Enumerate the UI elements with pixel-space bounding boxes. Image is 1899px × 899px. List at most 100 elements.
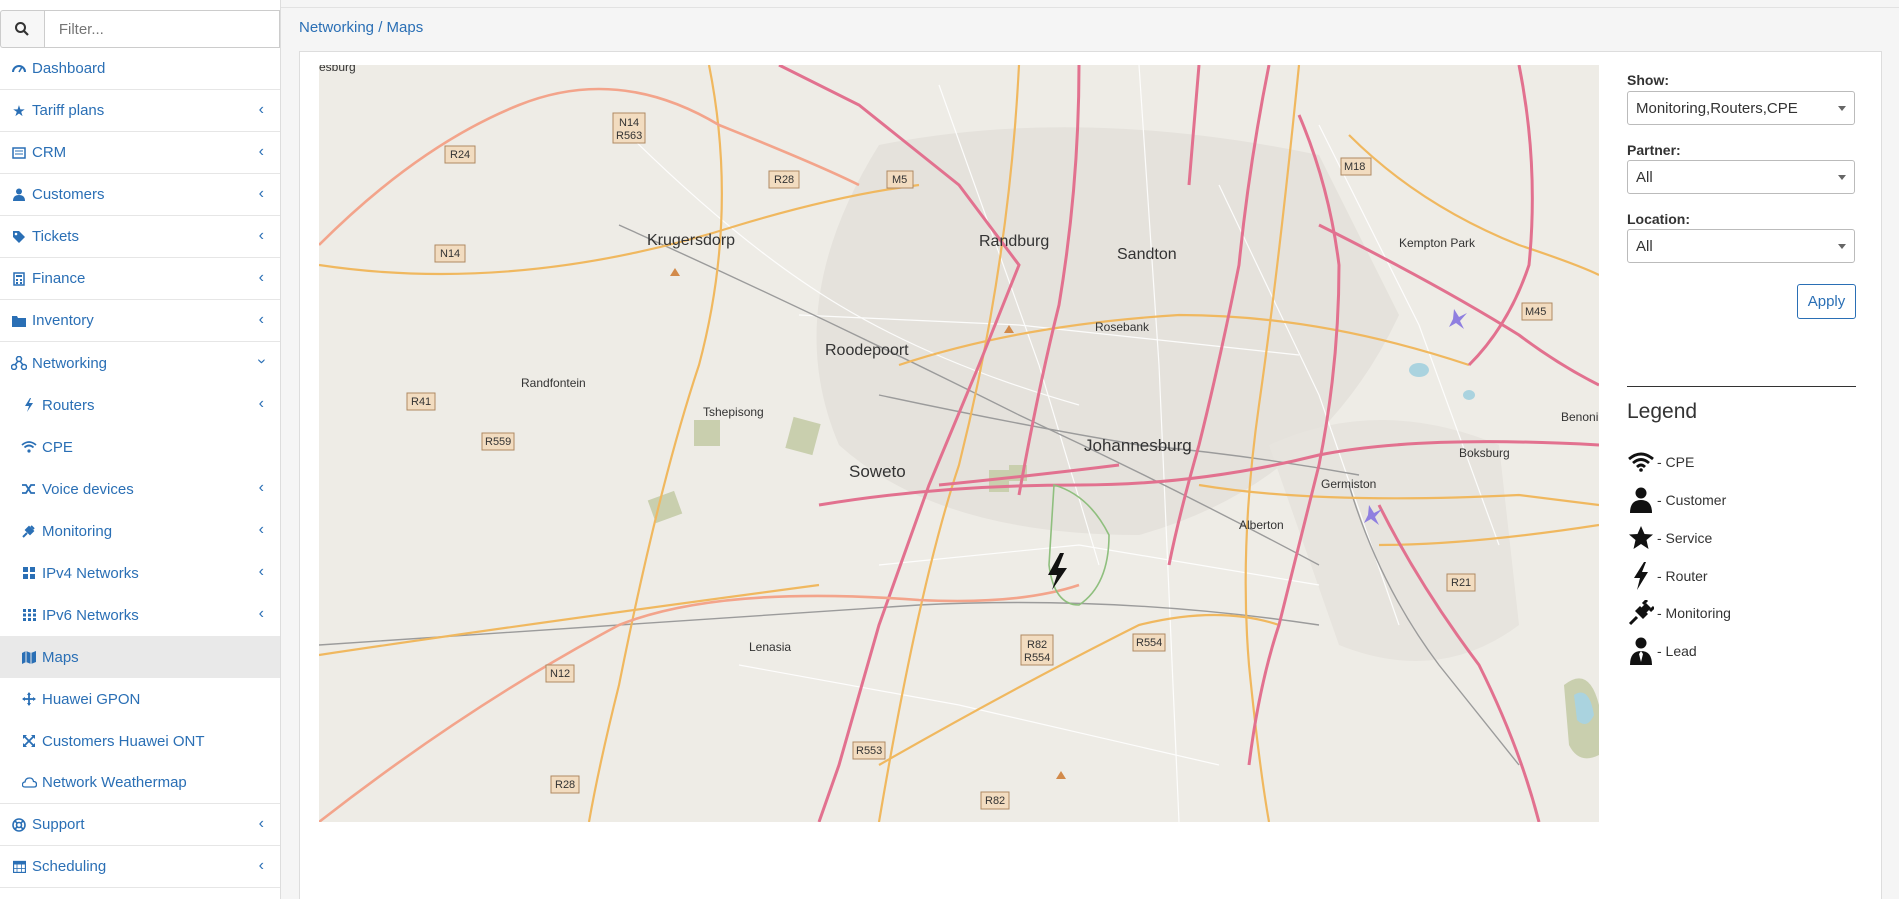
legend-item-cpe: - CPE [1627, 447, 1694, 477]
map-icon [20, 650, 38, 664]
sidebar-item-label: Customers Huawei ONT [42, 732, 205, 750]
map-label-rosebank: Rosebank [1095, 320, 1150, 334]
folder-icon [10, 315, 28, 327]
map-label-johannesburg: Johannesburg [1084, 436, 1192, 455]
legend-label: - Monitoring [1657, 605, 1731, 621]
expand-icon [20, 735, 38, 747]
map-canvas[interactable]: Krugersdorp Randburg Sandton Kempton Par… [319, 65, 1599, 822]
sidebar-item-label: Support [32, 816, 85, 833]
sidebar-item-huawei-gpon[interactable]: Huawei GPON [0, 678, 280, 720]
route-shield: R554 [1132, 633, 1166, 652]
tag-icon [10, 230, 28, 244]
partner-select[interactable]: All [1627, 160, 1855, 194]
grid-dots-icon [20, 609, 38, 621]
route-shield: R82R554 [1020, 634, 1054, 666]
map-label-germiston: Germiston [1321, 477, 1376, 491]
bolt-icon [1627, 561, 1655, 591]
sidebar-item-ipv4-networks[interactable]: IPv4 Networks ‹ [0, 552, 280, 594]
sidebar-item-monitoring[interactable]: Monitoring ‹ [0, 510, 280, 552]
sidebar-item-label: IPv6 Networks [42, 606, 139, 624]
calculator-icon [10, 271, 28, 286]
chevron-left-icon: ‹ [258, 268, 264, 286]
dropdown-arrow-icon [1838, 175, 1846, 180]
chevron-left-icon: ‹ [258, 479, 264, 497]
partner-select-value: All [1636, 168, 1653, 186]
crm-icon [10, 146, 28, 159]
route-shield: R28 [550, 775, 580, 794]
sidebar-item-label: Huawei GPON [42, 690, 141, 708]
route-shield: N12 [545, 664, 575, 683]
chevron-left-icon: ‹ [258, 226, 264, 244]
sidebar-item-label: Routers [42, 396, 95, 414]
map-label-randburg: Randburg [979, 233, 1049, 250]
user-tie-icon [1627, 636, 1655, 666]
sidebar-item-label: Customers [32, 186, 105, 203]
search-button[interactable] [0, 10, 44, 48]
svg-text:R82: R82 [1027, 639, 1047, 651]
sidebar-item-voice-devices[interactable]: Voice devices ‹ [0, 468, 280, 510]
location-select[interactable]: All [1627, 229, 1855, 263]
sidebar-item-inventory[interactable]: Inventory ‹ [0, 300, 280, 342]
plug-icon [1627, 598, 1655, 628]
route-shield: M45 [1521, 302, 1553, 321]
sidebar-item-crm[interactable]: CRM ‹ [0, 132, 280, 174]
sidebar-item-networking[interactable]: Networking ‹ [0, 342, 280, 384]
route-shield: M5 [886, 170, 914, 189]
legend-label: - Customer [1657, 492, 1727, 508]
svg-text:N14: N14 [619, 117, 639, 129]
sidebar-item-finance[interactable]: Finance ‹ [0, 258, 280, 300]
svg-text:R554: R554 [1024, 652, 1050, 664]
sidebar-item-label: Networking [32, 354, 108, 372]
sidebar-item-cpe[interactable]: CPE [0, 426, 280, 468]
sidebar-item-label: Scheduling [32, 858, 107, 875]
show-select[interactable]: Monitoring,Routers,CPE [1627, 91, 1855, 125]
shuffle-icon [20, 483, 38, 495]
map-label-roodepoort: Roodepoort [825, 342, 909, 359]
apply-button[interactable]: Apply [1797, 284, 1856, 319]
svg-text:R563: R563 [616, 130, 642, 142]
breadcrumb[interactable]: Networking / Maps [299, 19, 423, 36]
chevron-down-icon: ‹ [252, 358, 270, 364]
sidebar-item-ipv6-networks[interactable]: IPv6 Networks ‹ [0, 594, 280, 636]
svg-text:M45: M45 [1525, 306, 1546, 318]
lifebuoy-icon [10, 817, 28, 832]
legend-item-service: - Service [1627, 523, 1712, 553]
router-map-marker[interactable] [1048, 553, 1067, 590]
sidebar-item-dashboard[interactable]: Dashboard [0, 48, 280, 90]
sidebar-item-tickets[interactable]: Tickets ‹ [0, 216, 280, 258]
sidebar-item-tariff-plans[interactable]: ★ Tariff plans ‹ [0, 90, 280, 132]
svg-text:R554: R554 [1136, 637, 1162, 649]
sidebar-item-customers-huawei-ont[interactable]: Customers Huawei ONT [0, 720, 280, 762]
svg-text:R82: R82 [985, 795, 1005, 807]
sidebar-item-maps[interactable]: Maps [0, 636, 280, 678]
route-shield: R21 [1446, 573, 1476, 592]
route-shield: R41 [406, 392, 436, 411]
sidebar-item-support[interactable]: Support ‹ [0, 804, 280, 846]
sidebar-item-customers[interactable]: Customers ‹ [0, 174, 280, 216]
chevron-left-icon: ‹ [258, 605, 264, 623]
route-shield: R28 [768, 170, 800, 189]
search-input[interactable] [43, 10, 280, 48]
route-shield: R559 [481, 432, 515, 451]
legend-label: - CPE [1657, 454, 1695, 470]
divider [1627, 386, 1856, 387]
map-label-alberton: Alberton [1239, 518, 1284, 532]
show-label: Show: [1627, 72, 1669, 88]
cloud-icon [20, 777, 38, 788]
sidebar-item-label: Monitoring [42, 522, 113, 540]
svg-text:R553: R553 [856, 745, 882, 757]
sidebar-item-label: Finance [32, 270, 86, 287]
sidebar-item-network-weathermap[interactable]: Network Weathermap [0, 762, 280, 804]
chevron-left-icon: ‹ [258, 563, 264, 581]
sidebar-item-scheduling[interactable]: Scheduling ‹ [0, 846, 280, 888]
map-label-kempton-park: Kempton Park [1399, 236, 1476, 250]
location-label: Location: [1627, 211, 1690, 227]
svg-text:R21: R21 [1451, 577, 1471, 589]
sidebar-item-routers[interactable]: Routers ‹ [0, 384, 280, 426]
svg-text:R559: R559 [485, 436, 511, 448]
svg-text:M18: M18 [1344, 161, 1365, 173]
star-icon [1627, 523, 1655, 553]
route-shield: R82 [980, 791, 1010, 810]
network-icon [10, 356, 28, 370]
grid-icon [20, 567, 38, 579]
